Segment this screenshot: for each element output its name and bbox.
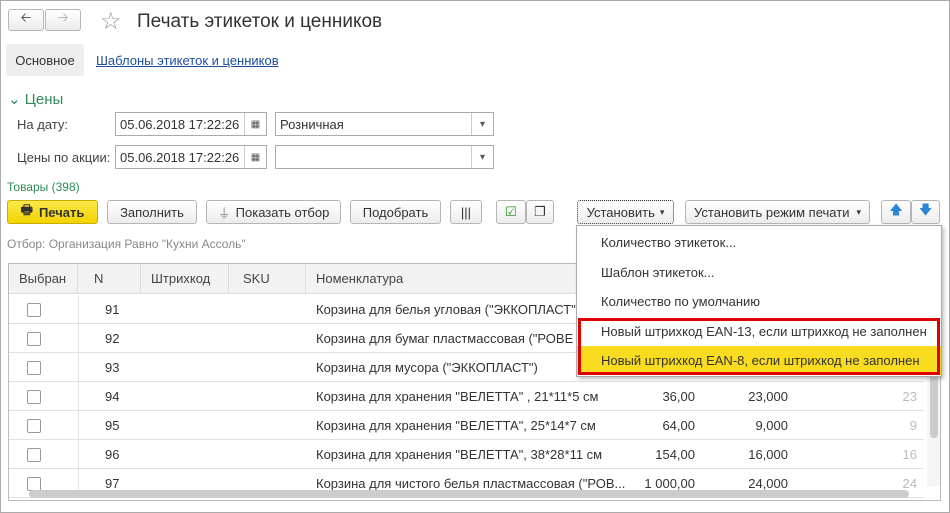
promo-date-value: 05.06.2018 17:22:26 xyxy=(120,149,240,165)
show-filter-button[interactable]: ⏚ Показать отбор xyxy=(206,200,341,224)
uncheck-all-button[interactable]: ❐ xyxy=(526,200,554,224)
row-qty: 16,000 xyxy=(748,447,788,462)
row-n: 93 xyxy=(105,360,120,375)
row-qty: 23,000 xyxy=(748,389,788,404)
row-qty: 9,000 xyxy=(755,418,788,433)
barcode-search-icon: ||| xyxy=(460,204,472,220)
row-item: Корзина для хранения "ВЕЛЕТТА" , 21*11*5… xyxy=(316,389,599,404)
checkbox[interactable] xyxy=(27,331,41,346)
dropdown-arrow-icon: ▾ xyxy=(856,206,861,217)
set-button[interactable]: Установить ▾ xyxy=(577,200,674,224)
row-checkbox[interactable] xyxy=(27,353,41,382)
printer-icon: 🖶 xyxy=(20,202,33,217)
move-up-button[interactable]: 🡅 xyxy=(881,200,911,224)
back-button[interactable]: 🡠 xyxy=(8,9,44,31)
row-price: 64,00 xyxy=(662,418,695,433)
filter-icon: ⏚ xyxy=(217,205,231,221)
print-label: Печать xyxy=(38,204,85,220)
dropdown-arrow-icon: ▾ xyxy=(659,206,665,217)
price-type-select[interactable]: Розничная ▾ xyxy=(275,112,494,136)
arrow-left-icon: 🡠 xyxy=(20,10,32,25)
row-n: 95 xyxy=(105,418,120,433)
set-print-mode-label: Установить режим печати xyxy=(694,204,850,220)
row-checkbox[interactable] xyxy=(27,295,41,324)
table-row[interactable]: 96 Корзина для хранения "ВЕЛЕТТА", 38*28… xyxy=(9,440,924,469)
row-n: 91 xyxy=(105,302,120,317)
tab-templates[interactable]: Шаблоны этикеток и ценников xyxy=(96,53,279,68)
col-selected[interactable]: Выбран xyxy=(9,264,78,294)
show-filter-label: Показать отбор xyxy=(235,204,330,220)
check-all-button[interactable]: ☑ xyxy=(496,200,526,224)
section-title: Цены xyxy=(24,91,64,108)
favorite-star-icon[interactable]: ☆ xyxy=(100,7,122,36)
checkbox[interactable] xyxy=(27,447,41,462)
table-row[interactable]: 94 Корзина для хранения "ВЕЛЕТТА" , 21*1… xyxy=(9,382,924,411)
date-value: 05.06.2018 17:22:26 xyxy=(120,116,240,132)
filter-text: Отбор: Организация Равно "Кухни Ассоль" xyxy=(7,237,246,251)
row-n: 94 xyxy=(105,389,120,404)
row-checkbox[interactable] xyxy=(27,440,41,469)
print-button[interactable]: 🖶 Печать xyxy=(7,200,98,224)
promo-type-select[interactable]: ▾ xyxy=(275,145,494,169)
set-print-mode-button[interactable]: Установить режим печати ▾ xyxy=(685,200,870,224)
row-item: Корзина для хранения "ВЕЛЕТТА", 38*28*11… xyxy=(316,447,603,462)
row-n: 92 xyxy=(105,331,120,346)
col-barcode[interactable]: Штрихкод xyxy=(141,264,229,294)
arrow-right-icon: 🡢 xyxy=(57,10,69,25)
calendar-icon[interactable]: ▦ xyxy=(244,146,266,168)
tab-main[interactable]: Основное xyxy=(6,44,84,76)
row-count: 23 xyxy=(902,389,917,404)
row-count: 9 xyxy=(909,418,917,433)
forward-button[interactable]: 🡢 xyxy=(45,9,81,31)
fill-button[interactable]: Заполнить xyxy=(107,200,197,224)
horizontal-scrollbar[interactable] xyxy=(29,490,909,498)
dropdown-arrow-icon[interactable]: ▾ xyxy=(471,146,493,168)
promo-label: Цены по акции: xyxy=(17,150,111,165)
pick-button[interactable]: Подобрать xyxy=(350,200,441,224)
menu-item-label-count[interactable]: Количество этикеток... xyxy=(577,228,941,257)
highlight-box xyxy=(578,318,940,375)
menu-item-label-template[interactable]: Шаблон этикеток... xyxy=(577,258,941,287)
row-checkbox[interactable] xyxy=(27,324,41,353)
check-all-icon: ☑ xyxy=(505,204,517,219)
price-type-value: Розничная xyxy=(280,116,344,132)
copy-icon: ❐ xyxy=(534,204,546,219)
row-count: 16 xyxy=(902,447,917,462)
checkbox[interactable] xyxy=(27,418,41,433)
col-n[interactable]: N xyxy=(78,264,141,294)
page-title: Печать этикеток и ценников xyxy=(137,11,383,32)
checkbox[interactable] xyxy=(27,476,41,491)
row-checkbox[interactable] xyxy=(27,382,41,411)
promo-date-field[interactable]: 05.06.2018 17:22:26 ▦ xyxy=(115,145,267,169)
set-dropdown-menu: Количество этикеток... Шаблон этикеток..… xyxy=(576,225,942,377)
barcode-search-button[interactable]: ||| xyxy=(450,200,482,224)
date-field[interactable]: 05.06.2018 17:22:26 ▦ xyxy=(115,112,267,136)
arrow-up-icon: 🡅 xyxy=(889,202,903,217)
row-item: Корзина для хранения "ВЕЛЕТТА", 25*14*7 … xyxy=(316,418,596,433)
calendar-icon[interactable]: ▦ xyxy=(244,113,266,135)
checkbox[interactable] xyxy=(27,389,41,404)
row-n: 96 xyxy=(105,447,120,462)
arrow-down-icon: 🡇 xyxy=(918,202,933,217)
prices-section-header[interactable]: ⌄ Цены xyxy=(8,90,63,108)
checkbox[interactable] xyxy=(27,360,41,375)
table-row[interactable]: 95 Корзина для хранения "ВЕЛЕТТА", 25*14… xyxy=(9,411,924,440)
move-down-button[interactable]: 🡇 xyxy=(911,200,940,224)
row-price: 36,00 xyxy=(662,389,695,404)
dropdown-arrow-icon[interactable]: ▾ xyxy=(471,113,493,135)
col-sku[interactable]: SKU xyxy=(229,264,306,294)
set-label: Установить xyxy=(586,204,655,220)
row-price: 154,00 xyxy=(655,447,695,462)
checkbox[interactable] xyxy=(27,302,41,317)
menu-item-default-count[interactable]: Количество по умолчанию xyxy=(577,287,941,316)
chevron-down-icon: ⌄ xyxy=(8,91,21,108)
goods-title: Товары (398) xyxy=(7,180,80,194)
date-label: На дату: xyxy=(17,117,68,132)
row-checkbox[interactable] xyxy=(27,411,41,440)
